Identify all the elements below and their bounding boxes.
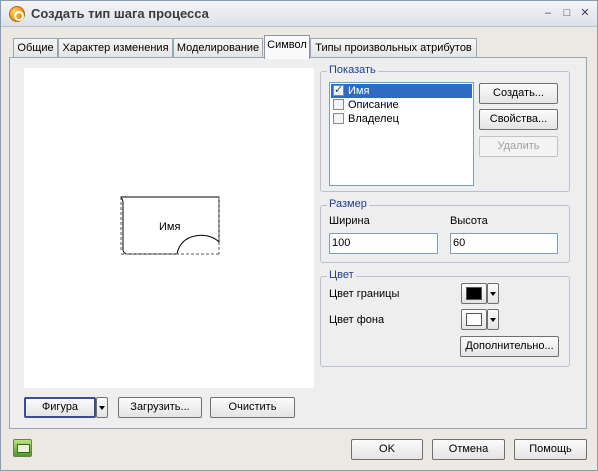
- delete-button[interactable]: Удалить: [479, 136, 558, 157]
- help-button[interactable]: Помощь: [514, 439, 587, 460]
- border-color-label: Цвет границы: [329, 288, 400, 300]
- figure-dropdown-arrow[interactable]: [96, 397, 108, 418]
- list-item[interactable]: Имя: [331, 83, 472, 98]
- fill-color-dropdown-arrow[interactable]: [487, 309, 499, 330]
- window-title: Создать тип шага процесса: [31, 6, 209, 21]
- symbol-tab-panel: Имя Фигура Загрузить... Очистить Показат…: [9, 57, 587, 429]
- close-icon[interactable]: ✕: [577, 6, 593, 20]
- fill-color-button[interactable]: [461, 309, 487, 330]
- tab-general[interactable]: Общие: [13, 38, 58, 58]
- tab-symbol[interactable]: Символ: [264, 35, 310, 59]
- name-checkbox[interactable]: [333, 83, 344, 97]
- fill-color-swatch: [466, 313, 482, 326]
- symbol-shape: Имя: [119, 196, 223, 261]
- height-label: Высота: [450, 215, 488, 227]
- symbol-preview-canvas[interactable]: Имя: [24, 68, 314, 388]
- owner-checkbox[interactable]: [333, 113, 344, 124]
- figure-button[interactable]: Фигура: [24, 397, 96, 418]
- size-group: Размер Ширина Высота 100 60: [320, 198, 570, 263]
- size-group-title: Размер: [327, 198, 369, 210]
- height-input[interactable]: 60: [450, 233, 558, 254]
- clear-button[interactable]: Очистить: [210, 397, 295, 418]
- create-button[interactable]: Создать...: [479, 83, 558, 104]
- title-bar[interactable]: Создать тип шага процесса – □ ✕: [1, 1, 597, 27]
- color-group: Цвет Цвет границы Цвет фона Дополнительн…: [320, 269, 570, 367]
- list-item-label: Описание: [348, 99, 399, 111]
- ok-button[interactable]: OK: [351, 439, 423, 460]
- help-book-icon[interactable]: [13, 439, 32, 457]
- cancel-button[interactable]: Отмена: [432, 439, 505, 460]
- color-group-title: Цвет: [327, 269, 356, 281]
- shape-label: Имя: [159, 221, 181, 233]
- show-group-title: Показать: [327, 64, 378, 76]
- app-logo-icon: [9, 6, 25, 22]
- list-item[interactable]: Описание: [331, 98, 472, 112]
- border-color-swatch: [466, 287, 482, 300]
- list-item-label: Имя: [348, 85, 370, 97]
- properties-button[interactable]: Свойства...: [479, 109, 558, 130]
- border-color-button[interactable]: [461, 283, 487, 304]
- minimize-icon[interactable]: –: [540, 6, 556, 20]
- description-checkbox[interactable]: [333, 99, 344, 110]
- tab-change-character[interactable]: Характер изменения: [58, 38, 173, 58]
- dialog-window: Создать тип шага процесса – □ ✕ Общие Ха…: [0, 0, 598, 471]
- fill-color-label: Цвет фона: [329, 314, 385, 326]
- border-color-dropdown-arrow[interactable]: [487, 283, 499, 304]
- maximize-icon[interactable]: □: [559, 6, 575, 20]
- load-button[interactable]: Загрузить...: [118, 397, 202, 418]
- show-fields-list[interactable]: Имя Описание Владелец: [329, 82, 474, 186]
- tab-modeling[interactable]: Моделирование: [173, 38, 263, 58]
- width-input[interactable]: 100: [329, 233, 438, 254]
- show-group: Показать Имя Описание Владелец Создать..…: [320, 64, 570, 192]
- tab-custom-attribute-types[interactable]: Типы произвольных атрибутов: [310, 38, 477, 58]
- more-colors-button[interactable]: Дополнительно...: [460, 336, 559, 357]
- list-item[interactable]: Владелец: [331, 112, 472, 126]
- width-label: Ширина: [329, 215, 370, 227]
- list-item-label: Владелец: [348, 113, 399, 125]
